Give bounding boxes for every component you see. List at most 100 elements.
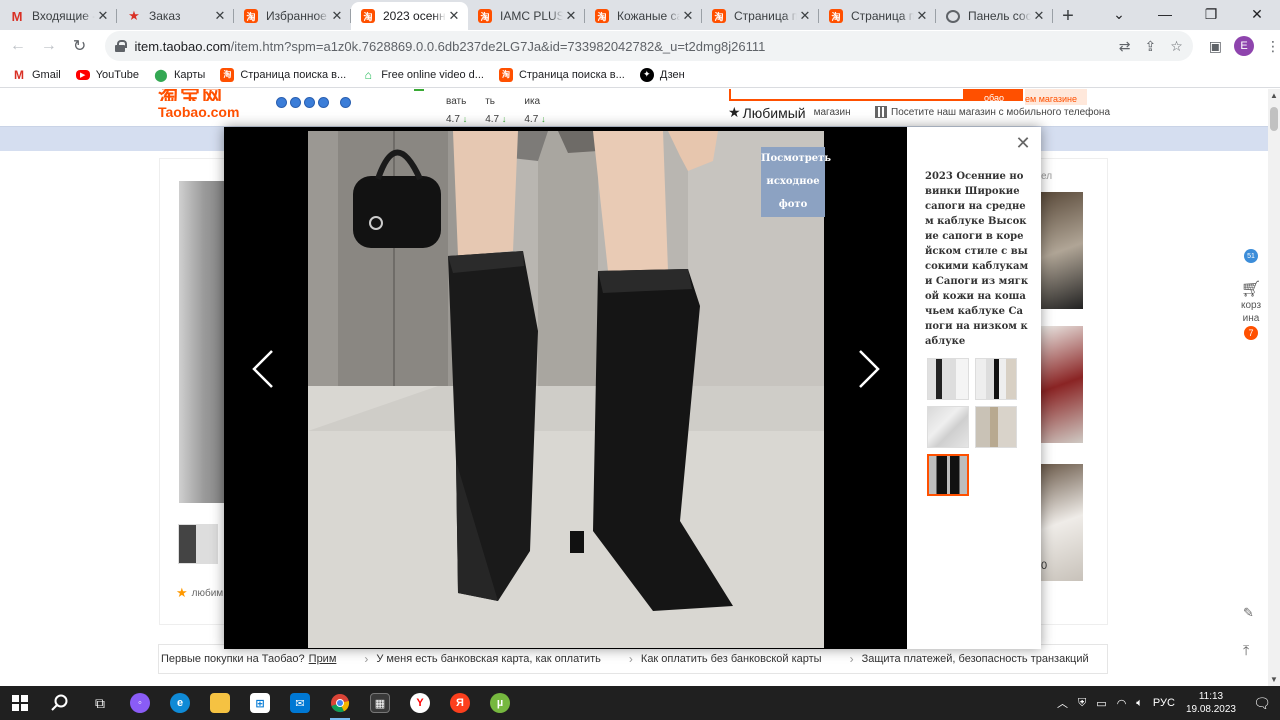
cart-icon[interactable]: 🛒︎ xyxy=(1241,279,1261,299)
close-icon[interactable]: ✕ xyxy=(1031,8,1047,24)
tab-status-panel[interactable]: Панель состо ✕ xyxy=(936,2,1053,30)
cart-label[interactable]: корзина xyxy=(1240,299,1262,325)
tab-search-page-2[interactable]: 淘 Страница пои ✕ xyxy=(819,2,936,30)
modal-thumbnail-3[interactable] xyxy=(927,406,969,448)
close-icon[interactable]: ✕ xyxy=(914,8,930,24)
back-button[interactable]: ← xyxy=(5,33,31,59)
translate-icon[interactable]: ⇄ xyxy=(1119,38,1131,55)
taobao-logo[interactable]: 淘宝网 Taobao.com xyxy=(158,89,250,120)
url-text[interactable]: item.taobao.com/item.htm?spm=a1z0k.76288… xyxy=(135,39,1119,54)
scrollbar-thumb[interactable] xyxy=(1270,107,1278,131)
scroll-down-icon[interactable]: ▼ xyxy=(1270,675,1278,684)
profile-avatar[interactable]: E xyxy=(1234,36,1255,56)
bookmark-youtube[interactable]: ▶ YouTube xyxy=(75,69,139,81)
task-view-icon[interactable]: ⧉ xyxy=(80,686,120,720)
share-icon[interactable]: ⇪ xyxy=(1144,38,1156,55)
side-panel-icon[interactable]: ▣ xyxy=(1209,38,1222,55)
language-indicator[interactable]: РУС xyxy=(1153,697,1175,709)
feedback-pencil-icon[interactable]: ✎ xyxy=(1243,605,1254,621)
lock-icon[interactable] xyxy=(114,40,127,52)
new-tab-button[interactable]: + xyxy=(1053,2,1083,30)
close-modal-button[interactable]: ✕ xyxy=(1015,134,1031,152)
alice-icon[interactable]: ◦ xyxy=(120,686,160,720)
product-main-image[interactable] xyxy=(179,181,229,503)
edge-icon[interactable]: e xyxy=(160,686,200,720)
info-link-bank-card[interactable]: У меня есть банковская карта, как оплати… xyxy=(364,652,601,666)
info-link-no-card[interactable]: Как оплатить без банковской карты xyxy=(629,652,822,666)
tab-search-icon[interactable]: ⌄ xyxy=(1096,0,1142,28)
menu-icon[interactable]: ⋮ xyxy=(1266,38,1280,55)
chrome-icon[interactable] xyxy=(320,686,360,720)
store-icon[interactable]: ⊞ xyxy=(240,686,280,720)
scroll-up-icon[interactable]: ▲ xyxy=(1270,91,1278,100)
product-thumbnail[interactable] xyxy=(178,524,218,564)
search-icon[interactable] xyxy=(40,686,80,720)
site-search-input[interactable] xyxy=(729,89,965,101)
close-icon[interactable]: ✕ xyxy=(797,8,813,24)
clock[interactable]: 11:13 19.08.2023 xyxy=(1186,690,1236,716)
info-link-protection[interactable]: Защита платежей, безопасность транзакций xyxy=(850,652,1089,666)
previous-image-button[interactable] xyxy=(248,347,278,391)
chevron-up-icon[interactable]: ︿ xyxy=(1057,695,1068,711)
page-scrollbar[interactable]: ▲ ▼ xyxy=(1268,89,1280,686)
tab-iamc[interactable]: 淘 IAMC PLUS Co ✕ xyxy=(468,2,585,30)
first-purchase-link[interactable]: Прим xyxy=(309,653,337,665)
minimize-button[interactable]: — xyxy=(1142,0,1188,28)
wifi-icon[interactable]: ◠ xyxy=(1117,697,1127,710)
calculator-icon[interactable]: ▦ xyxy=(360,686,400,720)
file-explorer-icon[interactable] xyxy=(200,686,240,720)
forward-button[interactable]: → xyxy=(36,33,62,59)
bookmark-star-icon[interactable]: ☆ xyxy=(1170,38,1183,55)
mobile-visit-link[interactable]: Посетите наш магазин с мобильного телефо… xyxy=(875,106,1110,118)
recommended-item-image[interactable] xyxy=(1041,464,1083,581)
bookmark-dzen[interactable]: ✦ Дзен xyxy=(639,67,685,82)
bookmark-video-downloader[interactable]: ⌂ Free online video d... xyxy=(361,68,484,82)
close-icon[interactable]: ✕ xyxy=(212,8,228,24)
tab-inbox[interactable]: M Входящие - 2 ✕ xyxy=(0,2,117,30)
video-download-icon: ⌂ xyxy=(364,67,372,82)
favorite-shop-button[interactable]: ★ Любимый магазин xyxy=(728,104,851,121)
close-icon[interactable]: ✕ xyxy=(446,8,462,24)
logo-chinese: 淘宝网 xyxy=(158,89,224,101)
utorrent-icon[interactable]: µ xyxy=(480,686,520,720)
tab-leather-sandals[interactable]: 淘 Кожаные сан ✕ xyxy=(585,2,702,30)
tab-product[interactable]: 淘 2023 осенние ✕ xyxy=(351,2,468,30)
modal-thumbnail-1[interactable] xyxy=(927,358,969,400)
address-bar[interactable]: item.taobao.com/item.htm?spm=a1z0k.76288… xyxy=(104,31,1193,61)
start-icon[interactable] xyxy=(0,686,40,720)
volume-icon[interactable]: 🔈︎ xyxy=(1136,697,1143,710)
maximize-button[interactable]: ❐ xyxy=(1188,0,1234,28)
close-icon[interactable]: ✕ xyxy=(563,8,579,24)
mail-icon[interactable]: ✉ xyxy=(280,686,320,720)
add-to-favorites-link[interactable]: ★ любим xyxy=(176,585,223,601)
modal-thumbnail-2[interactable] xyxy=(975,358,1017,400)
search-in-shop-button[interactable]: ем магазине xyxy=(1025,89,1087,105)
tab-favorites[interactable]: 淘 Избранное ✕ xyxy=(234,2,351,30)
bookmark-maps[interactable]: ⬤ Карты xyxy=(154,68,205,82)
view-original-photo-button[interactable]: Посмотреть исходное фото xyxy=(761,147,831,217)
modal-thumbnail-5-selected[interactable] xyxy=(927,454,969,496)
recommended-item-image[interactable] xyxy=(1041,192,1083,309)
search-taobao-button[interactable]: обао xyxy=(965,89,1023,101)
yandex-icon[interactable]: Я xyxy=(440,686,480,720)
enlarged-product-photo[interactable] xyxy=(308,131,824,648)
battery-icon[interactable]: ▭ xyxy=(1096,697,1106,710)
tab-order[interactable]: ★ Заказ ✕ xyxy=(117,2,234,30)
bookmark-gmail[interactable]: M Gmail xyxy=(12,68,61,82)
security-icon[interactable]: ⛨ xyxy=(1078,697,1086,710)
bookmark-taobao-search-2[interactable]: 淘 Страница поиска в... xyxy=(498,67,625,82)
recommended-item-image[interactable] xyxy=(1041,326,1083,443)
close-window-button[interactable]: ✕ xyxy=(1234,0,1280,28)
notification-badge[interactable]: 51 xyxy=(1244,249,1258,263)
bookmark-taobao-search-1[interactable]: 淘 Страница поиска в... xyxy=(220,67,346,82)
modal-thumbnail-4[interactable] xyxy=(975,406,1017,448)
reload-button[interactable]: ↻ xyxy=(67,33,93,59)
next-image-button[interactable] xyxy=(854,347,884,391)
close-icon[interactable]: ✕ xyxy=(329,8,345,24)
close-icon[interactable]: ✕ xyxy=(680,8,696,24)
close-icon[interactable]: ✕ xyxy=(95,8,111,24)
tab-search-page-1[interactable]: 淘 Страница пои ✕ xyxy=(702,2,819,30)
back-to-top-icon[interactable]: ⤒ xyxy=(1243,642,1249,659)
yandex-browser-icon[interactable]: Y xyxy=(400,686,440,720)
notifications-icon[interactable]: 🗨︎ xyxy=(1244,695,1280,712)
